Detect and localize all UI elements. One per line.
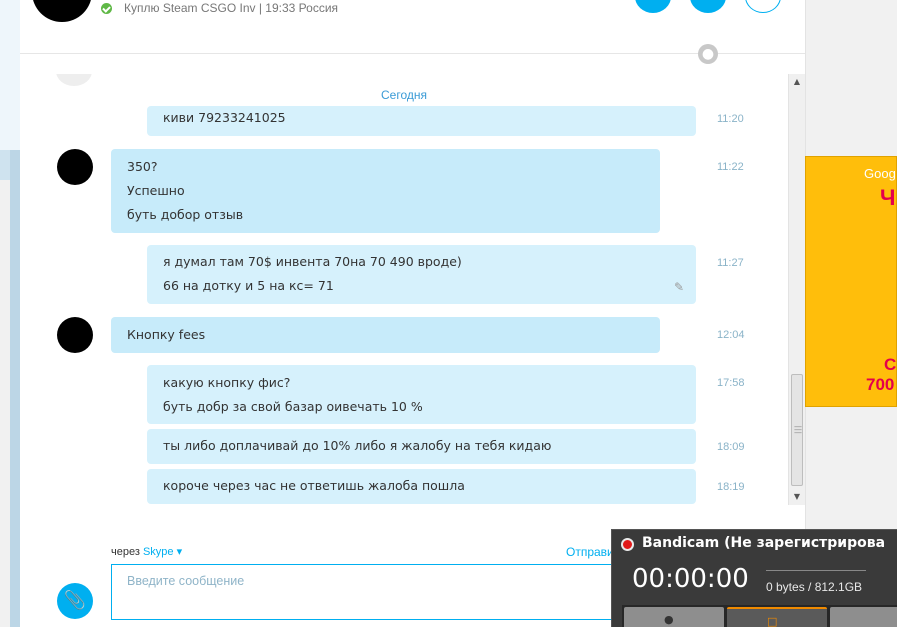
message-text: какую кнопку фис? (163, 375, 291, 390)
screen-rect-icon: □ (767, 615, 778, 627)
message-text: 350? (127, 159, 158, 174)
bandicam-mode-tabs: ● □ (622, 605, 897, 627)
via-service[interactable]: Skype (143, 546, 174, 558)
message-bubble[interactable]: киви 79233241025 (147, 106, 696, 136)
divider (766, 570, 866, 571)
background-window-strip (0, 0, 21, 627)
add-contact-button[interactable] (745, 0, 781, 13)
message-list: Сегодня киви 79233241025 11:20 350? Успе… (20, 74, 788, 514)
send-via-selector[interactable]: через Skype ▾ (111, 545, 182, 558)
message-text: киви 79233241025 (163, 110, 286, 125)
message-text: короче через час не ответишь жалоба пошл… (163, 478, 465, 493)
recording-size: 0 bytes / 812.1GB (766, 580, 863, 594)
bandicam-title: Bandicam (Не зарегистрирова (642, 535, 886, 551)
message-scrollbar[interactable]: ▲ — — — ▼ (788, 74, 805, 505)
globe-icon[interactable]: ● (698, 44, 718, 64)
gamepad-icon: ● (664, 613, 674, 626)
message-time: 11:20 (717, 113, 744, 125)
message-bubble[interactable]: ты либо доплачивай до 10% либо я жалобу … (147, 429, 696, 464)
device-mode-tab[interactable] (830, 607, 897, 627)
ad-brand: Goog (864, 166, 896, 181)
ad-text: С (884, 355, 897, 374)
message-input[interactable]: Введите сообщение (111, 564, 631, 620)
message-time: 18:19 (717, 481, 745, 493)
message-bubble[interactable]: 350? Успешно буть добор отзыв (111, 149, 660, 233)
scroll-up-arrow-icon[interactable]: ▲ (789, 74, 805, 90)
background-scrollbar (10, 150, 20, 627)
background-pane (0, 0, 21, 150)
record-icon (621, 538, 634, 551)
sender-avatar[interactable] (57, 317, 93, 353)
recording-timer: 00:00:00 (632, 564, 749, 594)
ad-text: 700 (866, 375, 895, 394)
message-text: Успешно (127, 183, 185, 198)
date-separator: Сегодня (381, 88, 427, 102)
game-mode-tab[interactable]: ● (624, 607, 724, 627)
contact-avatar[interactable] (32, 0, 92, 22)
contact-status-text: Куплю Steam CSGO Inv | 19:33 Россия (124, 1, 339, 15)
paperclip-icon: 📎 (63, 590, 87, 611)
message-bubble[interactable]: какую кнопку фис? буть добр за свой база… (147, 365, 696, 424)
message-time: 12:04 (717, 329, 745, 341)
sender-avatar[interactable] (57, 149, 93, 185)
message-bubble[interactable]: я думал там 70$ инвента 70на 70 490 врод… (147, 245, 696, 304)
message-bubble[interactable]: Кнопку fees (111, 317, 660, 353)
advertisement-banner[interactable]: Goog Ч С 700 (805, 156, 897, 407)
avatar (56, 74, 92, 86)
background-pane (0, 150, 10, 180)
message-text: Кнопку fees (127, 327, 206, 342)
scrollbar-thumb[interactable]: — — — (791, 374, 803, 486)
scroll-down-arrow-icon[interactable]: ▼ (789, 489, 805, 505)
online-status-icon (101, 3, 112, 14)
message-bubble[interactable]: короче через час не ответишь жалоба пошл… (147, 469, 696, 504)
message-text: я думал там 70$ инвента 70на 70 490 врод… (163, 254, 462, 269)
attach-file-button[interactable]: 📎 (57, 583, 93, 619)
chevron-down-icon[interactable]: ▾ (177, 546, 183, 558)
message-text: буть добор отзыв (127, 207, 244, 222)
message-time: 11:27 (717, 257, 744, 269)
message-time: 18:09 (717, 441, 745, 453)
ad-headline: Ч (880, 185, 896, 210)
message-time: 11:22 (717, 161, 744, 173)
screen-mode-tab[interactable]: □ (727, 607, 827, 627)
message-text: 66 на дотку и 5 на кс= 71 (163, 278, 334, 293)
message-text: ты либо доплачивай до 10% либо я жалобу … (163, 438, 552, 453)
message-time: 17:58 (717, 377, 745, 389)
via-label: через (111, 546, 140, 558)
message-text: буть добр за свой базар оивечать 10 % (163, 399, 423, 414)
video-call-button[interactable] (635, 0, 671, 13)
grip-icon: — — — (794, 422, 802, 437)
chat-header: Куплю Steam CSGO Inv | 19:33 Россия (20, 0, 805, 54)
bandicam-window[interactable]: Bandicam (Не зарегистрирова 00:00:00 0 b… (611, 529, 897, 627)
voice-call-button[interactable] (690, 0, 726, 13)
send-sms-link[interactable]: Отправи (566, 545, 614, 559)
edited-icon: ✎ (673, 280, 684, 294)
